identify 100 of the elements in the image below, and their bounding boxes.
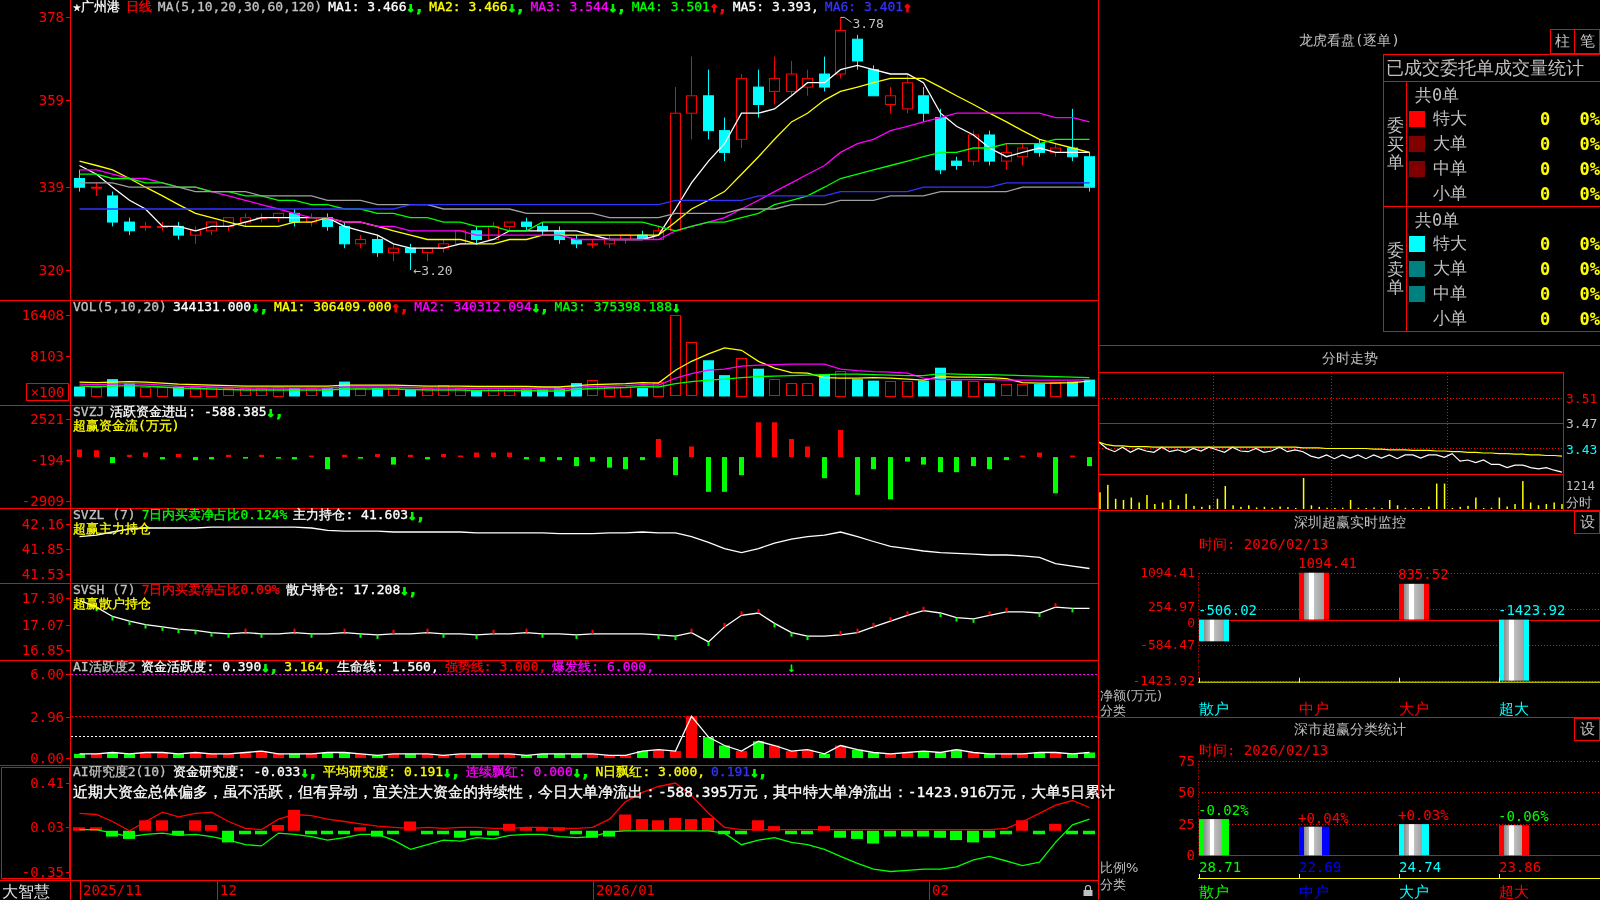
order-count: 0 xyxy=(1539,283,1551,304)
candle xyxy=(1050,143,1061,158)
trend-arrow: ↓, xyxy=(400,583,418,597)
settings-button[interactable]: 设 xyxy=(1574,718,1600,741)
category-label: 散户 xyxy=(1199,700,1229,717)
candle xyxy=(918,86,929,123)
category-label: 中户 xyxy=(1299,700,1329,717)
trend-arrow: ↓, xyxy=(608,0,626,14)
axis-label: -194 xyxy=(30,452,64,468)
legend-text: 3.164, xyxy=(284,660,332,674)
price-annotation: 3.78 xyxy=(840,16,884,32)
category-label: 中户 xyxy=(1299,883,1329,900)
legend-text: SVZJ xyxy=(73,405,105,419)
order-share: 0% xyxy=(1579,283,1600,304)
change-label: -0.06% xyxy=(1498,808,1549,825)
candle xyxy=(537,221,548,236)
candle xyxy=(719,117,730,162)
candle xyxy=(157,221,168,232)
axis-label: 6.00 xyxy=(30,666,64,683)
candle xyxy=(868,64,879,97)
category-label: 超大 xyxy=(1499,700,1529,717)
date-label: 12 xyxy=(220,882,237,898)
axis-label: 2.96 xyxy=(30,708,64,725)
candle xyxy=(587,239,598,249)
axis-label: 3.51 xyxy=(1566,390,1598,406)
legend-text: MA5: 3.393, xyxy=(732,0,819,14)
legend-text: MA2: 340312.094 xyxy=(414,300,532,314)
legend-text: SVSH (7) xyxy=(73,583,136,597)
legend-text: MA3: 3.544 xyxy=(530,0,609,14)
value-label: 23.86 xyxy=(1499,859,1542,875)
candle xyxy=(819,56,830,92)
trend-arrow: ↓, xyxy=(251,300,269,314)
candle xyxy=(140,221,151,232)
legend-text: 散户持仓: 17.208 xyxy=(285,583,401,597)
legend-text: 0.191 xyxy=(711,765,751,779)
legend-text: 活跃资金进出: -588.385 xyxy=(110,405,267,419)
axis-label: 0.41 xyxy=(30,775,64,792)
axis-label: 1214 xyxy=(1566,479,1595,493)
candle xyxy=(554,225,565,245)
candle xyxy=(488,221,499,240)
legend-text: 生命线: 1.560, xyxy=(337,660,439,674)
category-label: 大户 xyxy=(1399,700,1429,717)
candle xyxy=(620,234,631,245)
candle xyxy=(107,191,118,227)
candle xyxy=(504,221,515,232)
legend-text: MA3: 375398.188 xyxy=(554,300,672,314)
order-type: 特大 xyxy=(1433,107,1467,130)
signal-arrow: ↓ xyxy=(787,660,796,675)
axis-label: -584.47 xyxy=(1140,637,1195,653)
axis-label: 25 xyxy=(1178,815,1195,832)
axis-label: 0 xyxy=(1186,847,1195,864)
order-type: 特大 xyxy=(1433,232,1467,255)
order-share: 0% xyxy=(1579,233,1600,254)
trend-arrow: ↓, xyxy=(406,0,424,14)
axis-label: 50 xyxy=(1178,784,1195,801)
legend-text: VOL(5,10,20) xyxy=(73,300,167,314)
candle xyxy=(637,230,648,240)
axis-label: 0.00 xyxy=(30,750,64,765)
order-type: 中单 xyxy=(1433,282,1467,305)
value-label: -1423.92 xyxy=(1498,601,1566,618)
category-label: 超大 xyxy=(1499,883,1529,900)
unit-label: ×100 xyxy=(26,383,69,401)
trend-arrow: ↑, xyxy=(709,0,727,14)
legend-text: 主力持仓: 41.603 xyxy=(293,508,409,522)
order-count: 0 xyxy=(1539,158,1551,179)
value-label: 24.74 xyxy=(1399,859,1442,875)
value-label: 22.69 xyxy=(1299,859,1342,875)
caption-text: 超赢资金流(万元) xyxy=(73,419,180,433)
group-label: 委卖单 xyxy=(1386,240,1404,298)
axis-title: 分类 xyxy=(1100,877,1126,892)
legend-text: MA1: 3.466 xyxy=(328,0,407,14)
axis-label: 0.03 xyxy=(30,819,64,836)
panel-title: 分时走势 xyxy=(1321,350,1378,368)
candle xyxy=(951,156,962,171)
view-mode-button[interactable]: 柱 xyxy=(1550,28,1575,54)
order-share: 0% xyxy=(1579,183,1600,204)
candle xyxy=(1017,143,1028,166)
candle xyxy=(206,221,217,236)
axis-label: 320 xyxy=(38,261,64,278)
settings-button[interactable]: 设 xyxy=(1574,511,1600,534)
axis-label: 41.85 xyxy=(21,540,64,557)
axis-title: 分类 xyxy=(1100,703,1126,717)
legend-text: 爆发线: 6.000, xyxy=(552,660,654,674)
axis-label: 359 xyxy=(38,92,64,109)
order-type: 大单 xyxy=(1433,257,1467,280)
legend-text: MA(5,10,20,30,60,120) xyxy=(157,0,323,14)
candle xyxy=(124,217,135,236)
candle xyxy=(256,212,267,223)
view-mode-button[interactable]: 笔 xyxy=(1575,28,1600,54)
change-label: +0.04% xyxy=(1298,809,1349,826)
legend-text: 强势线: 3.000, xyxy=(444,660,547,674)
candle xyxy=(91,182,102,197)
total-count: 共0单 xyxy=(1414,209,1460,231)
candle xyxy=(968,130,979,166)
candle xyxy=(902,73,913,114)
legend-text: 7日内买卖净占比0.09% xyxy=(141,583,280,597)
value-label: 1094.41 xyxy=(1298,554,1357,571)
axis-label: 3.47 xyxy=(1566,416,1598,431)
axis-label: 17.07 xyxy=(21,616,64,633)
category-label: 大户 xyxy=(1399,883,1429,900)
